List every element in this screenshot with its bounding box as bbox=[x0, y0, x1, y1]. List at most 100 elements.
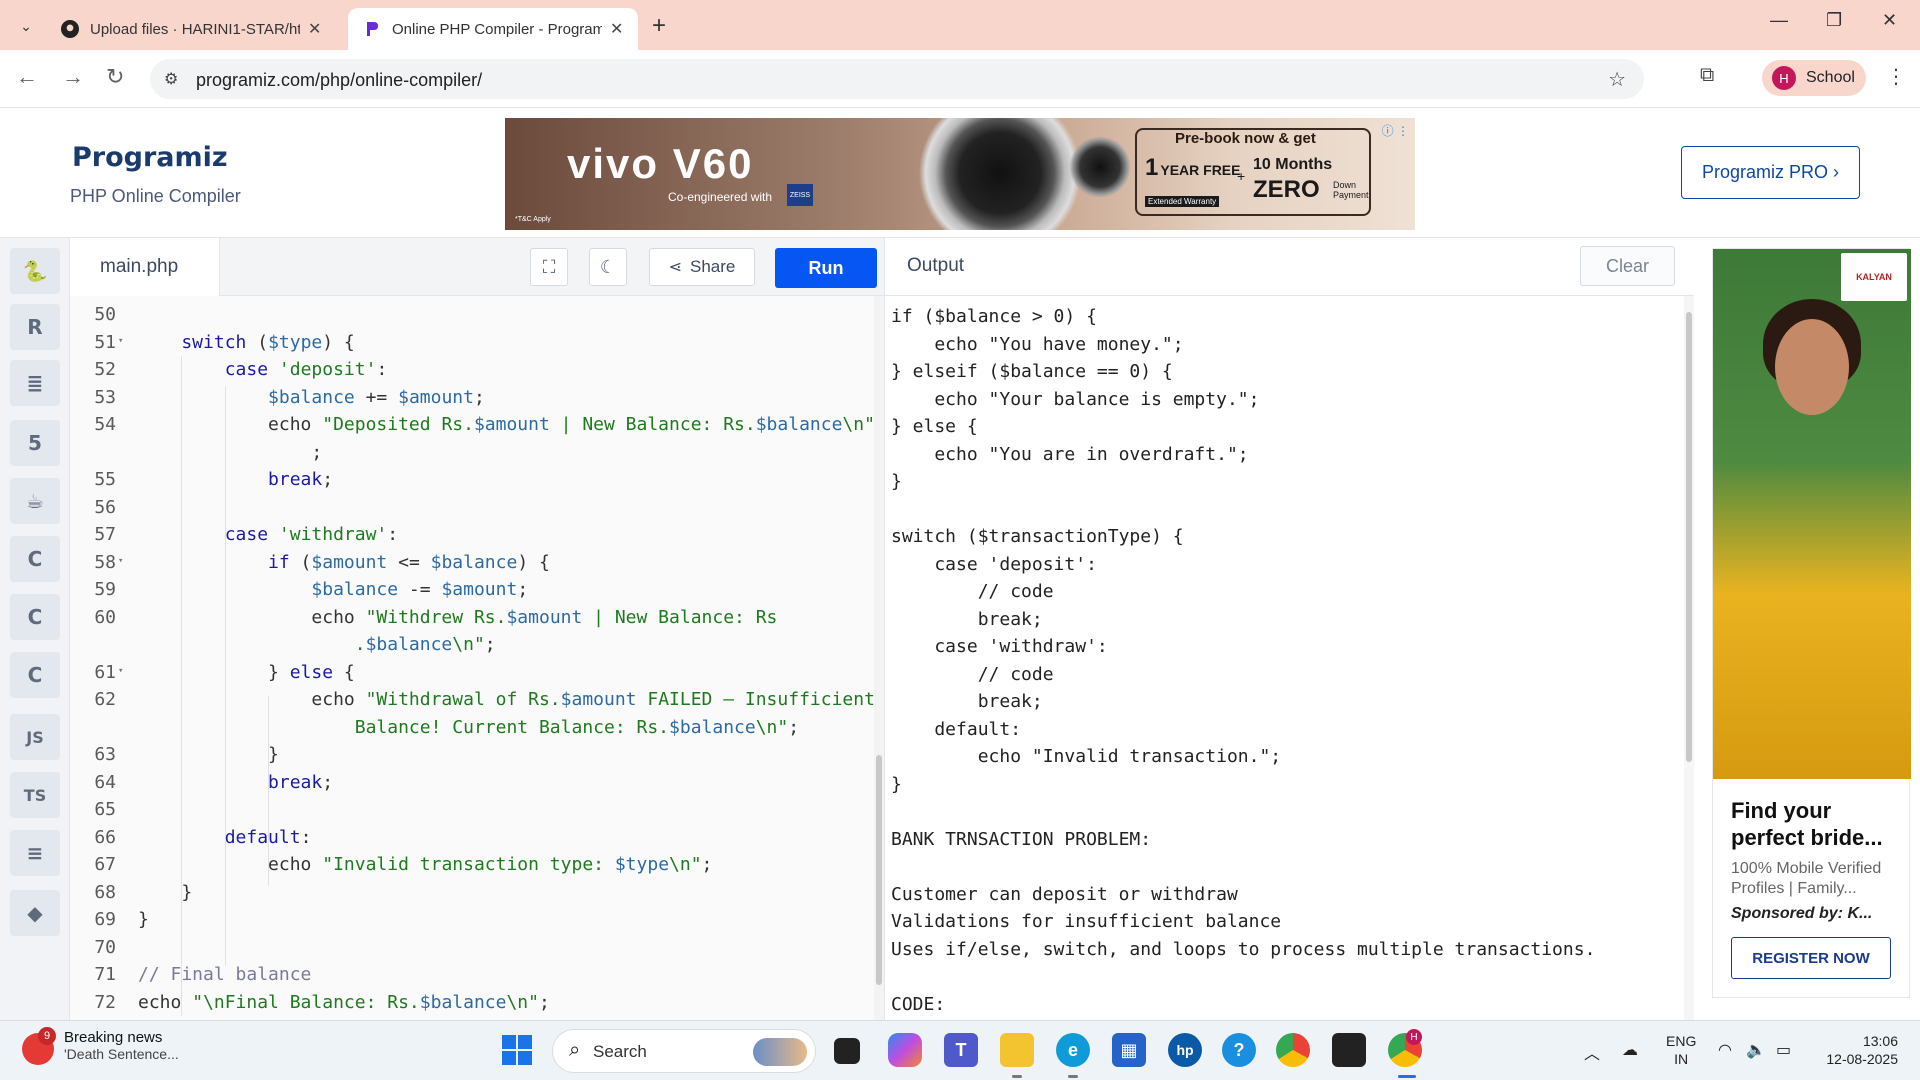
code-line[interactable]: 65 bbox=[70, 799, 870, 827]
clock[interactable]: 13:06 12-08-2025 bbox=[1818, 1032, 1898, 1068]
code-token: ; bbox=[322, 771, 334, 793]
code-line[interactable]: 52 case 'deposit': bbox=[70, 359, 870, 387]
fullscreen-icon[interactable]: ⛶ bbox=[530, 248, 568, 286]
top-ad-banner[interactable]: vivo V60 Co-engineered with ZEISS *T&C A… bbox=[505, 118, 1415, 230]
code-line[interactable]: 58 ▾ if ($amount <= $balance) { bbox=[70, 552, 870, 580]
register-now-button[interactable]: REGISTER NOW bbox=[1731, 937, 1891, 979]
python-icon[interactable]: 🐍 bbox=[10, 248, 60, 294]
hp-icon[interactable]: hp bbox=[1168, 1033, 1202, 1067]
tab-search-button[interactable]: ⌄ bbox=[12, 12, 40, 40]
browser-menu-icon[interactable]: ⋮ bbox=[1886, 64, 1906, 89]
code-line[interactable]: 55 break; bbox=[70, 469, 870, 497]
store-icon[interactable]: ▦ bbox=[1112, 1033, 1146, 1067]
edge-icon[interactable]: e bbox=[1056, 1033, 1090, 1067]
forward-icon[interactable]: → bbox=[62, 64, 84, 90]
output-scrollbar-thumb[interactable] bbox=[1686, 312, 1692, 762]
profile-button[interactable]: H School bbox=[1762, 60, 1866, 96]
code-line[interactable]: 71 // Final balance bbox=[70, 964, 870, 992]
fold-toggle-icon[interactable]: ▾ bbox=[118, 336, 123, 346]
chrome-icon[interactable] bbox=[1276, 1033, 1310, 1067]
code-line[interactable]: 51 ▾ switch ($type) { bbox=[70, 332, 870, 360]
code-line[interactable]: 66 default: bbox=[70, 827, 870, 855]
csharp-icon[interactable]: C bbox=[10, 652, 60, 698]
new-tab-icon[interactable]: + bbox=[652, 12, 666, 40]
output-console[interactable]: if ($balance > 0) { echo "You have money… bbox=[884, 296, 1694, 1020]
code-line[interactable]: 62 echo "Withdrawal of Rs.$amount FAILED… bbox=[70, 689, 874, 717]
code-line[interactable]: 60 echo "Withdrew Rs.$amount | New Balan… bbox=[70, 607, 870, 635]
sql-icon[interactable]: ≣ bbox=[10, 360, 60, 406]
wifi-icon[interactable]: ◠ bbox=[1718, 1040, 1732, 1060]
ad-info-icon[interactable]: ⓘ ⋮ bbox=[1382, 122, 1409, 139]
code-line[interactable]: ; bbox=[70, 442, 870, 470]
code-line[interactable]: 50 bbox=[70, 304, 870, 332]
code-line[interactable]: 56 bbox=[70, 497, 870, 525]
battery-icon[interactable]: ▭ bbox=[1776, 1040, 1791, 1060]
feedback-icon[interactable]: ? bbox=[1222, 1033, 1256, 1067]
dark-mode-icon[interactable]: ☾ bbox=[589, 248, 627, 286]
fold-toggle-icon[interactable]: ▾ bbox=[118, 666, 123, 676]
back-icon[interactable]: ← bbox=[16, 64, 38, 90]
code-line[interactable]: 68 } bbox=[70, 882, 870, 910]
code-line[interactable]: 64 break; bbox=[70, 772, 870, 800]
reload-icon[interactable]: ↻ bbox=[106, 64, 124, 90]
bookmark-star-icon[interactable]: ☆ bbox=[1608, 67, 1626, 92]
sticky-notes-icon[interactable] bbox=[1332, 1033, 1366, 1067]
code-editor[interactable]: 50 51 ▾ switch ($type) {52 case 'deposit':… bbox=[70, 296, 874, 1020]
fold-toggle-icon[interactable]: ▾ bbox=[118, 556, 123, 566]
code-line[interactable]: 59 $balance -= $amount; bbox=[70, 579, 870, 607]
language-indicator[interactable]: ENG IN bbox=[1666, 1032, 1696, 1068]
close-tab-icon[interactable]: ✕ bbox=[308, 19, 321, 39]
share-button[interactable]: ⋖ Share bbox=[649, 248, 755, 286]
programiz-logo[interactable]: Programiz bbox=[72, 142, 228, 173]
file-explorer-icon[interactable] bbox=[1000, 1033, 1034, 1067]
restore-icon[interactable]: ❐ bbox=[1826, 10, 1842, 31]
omnibox[interactable]: ⚙ programiz.com/php/online-compiler/ ☆ bbox=[150, 59, 1644, 99]
go-icon[interactable]: ≡ bbox=[10, 830, 60, 876]
cpp-icon[interactable]: C bbox=[10, 594, 60, 640]
code-line[interactable]: 72 echo "\nFinal Balance: Rs.$balance\n"; bbox=[70, 992, 870, 1020]
teams-icon[interactable]: T bbox=[944, 1033, 978, 1067]
programiz-pro-button[interactable]: Programiz PRO › bbox=[1681, 146, 1860, 199]
html-icon[interactable]: 5 bbox=[10, 420, 60, 466]
tab-upload-files[interactable]: Upload files · HARINI1-STAR/htm ✕ bbox=[46, 8, 344, 50]
js-icon[interactable]: JS bbox=[10, 714, 60, 760]
code-token: switch bbox=[138, 331, 247, 353]
tray-chevron-icon[interactable]: ︿ bbox=[1584, 1040, 1600, 1064]
r-icon[interactable]: R bbox=[10, 304, 60, 350]
code-line[interactable]: 69} bbox=[70, 909, 870, 937]
onedrive-icon[interactable]: ☁ bbox=[1622, 1040, 1638, 1060]
news-widget[interactable]: 9 Breaking news 'Death Sentence... bbox=[22, 1027, 179, 1065]
code-line[interactable]: 67 echo "Invalid transaction type: $type… bbox=[70, 854, 870, 882]
code-line[interactable]: 70 bbox=[70, 937, 870, 965]
code-line[interactable]: 54 echo "Deposited Rs.$amount | New Bala… bbox=[70, 414, 874, 442]
task-view-icon[interactable] bbox=[834, 1038, 860, 1064]
code-token: += bbox=[354, 386, 399, 408]
file-tab-main-php[interactable]: main.php bbox=[70, 238, 220, 296]
tab-programiz[interactable]: Online PHP Compiler - Programiz ✕ bbox=[348, 8, 638, 50]
minimize-icon[interactable]: — bbox=[1770, 10, 1788, 31]
c-icon[interactable]: C bbox=[10, 536, 60, 582]
output-line: case 'withdraw': bbox=[891, 636, 1108, 657]
swift-icon[interactable]: ◆ bbox=[10, 890, 60, 936]
ts-icon[interactable]: TS bbox=[10, 772, 60, 818]
code-line[interactable]: Balance! Current Balance: Rs.$balance\n"… bbox=[70, 717, 870, 745]
java-icon[interactable]: ☕ bbox=[10, 478, 60, 524]
close-tab-icon[interactable]: ✕ bbox=[610, 19, 623, 39]
taskbar-search[interactable]: ⌕ Search bbox=[552, 1029, 816, 1073]
code-line[interactable]: 61 ▾ } else { bbox=[70, 662, 870, 690]
code-line[interactable]: .$balance\n"; bbox=[70, 634, 870, 662]
clear-button[interactable]: Clear bbox=[1580, 246, 1675, 286]
run-button[interactable]: Run bbox=[775, 248, 877, 288]
extensions-icon[interactable]: ⧉ bbox=[1700, 64, 1714, 87]
close-window-icon[interactable]: ✕ bbox=[1882, 10, 1897, 31]
code-line[interactable]: 53 $balance += $amount; bbox=[70, 387, 870, 415]
copilot-icon[interactable] bbox=[888, 1033, 922, 1067]
side-ad[interactable]: KALYAN Find your perfect bride... 100% M… bbox=[1712, 248, 1911, 998]
site-info-icon[interactable]: ⚙ bbox=[164, 69, 178, 89]
url-text[interactable]: programiz.com/php/online-compiler/ bbox=[196, 70, 482, 91]
code-line[interactable]: 57 case 'withdraw': bbox=[70, 524, 870, 552]
code-line[interactable]: 63 } bbox=[70, 744, 870, 772]
volume-icon[interactable]: 🔈 bbox=[1746, 1040, 1766, 1060]
editor-scrollbar-thumb[interactable] bbox=[876, 755, 882, 985]
windows-start-icon[interactable] bbox=[502, 1035, 532, 1065]
